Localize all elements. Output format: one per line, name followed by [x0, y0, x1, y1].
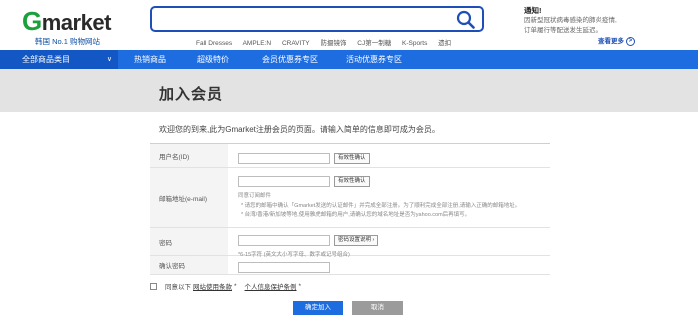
main-nav: 全部商品类目 ∨ 热销商品 超级特价 会员优惠券专区 活动优惠券专区 — [0, 50, 698, 69]
logo-word-text: market — [41, 10, 112, 35]
userid-check-button[interactable]: 有效性确认 — [334, 153, 370, 165]
signup-form: 用户名(ID) 有效性确认 邮箱地址(e-mail) 有效性确认 同意订阅邮件 … — [150, 143, 550, 280]
confirm-password-field-wrap — [228, 256, 550, 280]
notice-panel: 通知! 因新型冠状病毒感染的肺炎疫情, 订单履行等配送发生延迟。 查看更多 > — [524, 5, 674, 46]
nav-item-member-coupons[interactable]: 会员优惠券专区 — [262, 50, 318, 69]
notice-title: 通知! — [524, 6, 542, 15]
notice-more-label: 查看更多 — [598, 38, 624, 45]
email-subscribe-text: 同意订阅邮件 — [238, 193, 272, 199]
logo-wordmark: Gmarket — [22, 6, 112, 36]
notice-more-link[interactable]: 查看更多 > — [598, 35, 635, 46]
keyword-link[interactable]: CJ第一制糖 — [357, 40, 391, 47]
logo-g-letter: G — [22, 6, 42, 36]
search-bar — [150, 6, 484, 32]
title-band: 加入会员 — [0, 69, 698, 112]
keyword-link[interactable]: 遗扣 — [438, 40, 451, 47]
nav-item-super-deals[interactable]: 超级特价 — [197, 50, 229, 69]
confirm-password-input-box — [238, 262, 330, 280]
search-icon[interactable] — [456, 10, 476, 29]
terms-link[interactable]: 网站使用条款 — [193, 281, 232, 291]
email-field-wrap: 有效性确认 同意订阅邮件 * 请您的邮箱中确认「Gmarket发送的认证邮件」并… — [228, 168, 550, 223]
email-input-box — [238, 176, 330, 194]
agree-prefix: 同意以下 — [165, 284, 191, 291]
keyword-link[interactable]: K-Sports — [402, 40, 427, 47]
password-input-box — [238, 235, 330, 253]
row-password: 密码 密码设置说明 › *6-15字符 (英文大小写字母、数字或记号组合) — [150, 228, 550, 258]
join-button[interactable]: 确定加入 — [293, 301, 343, 315]
row-userid: 用户名(ID) 有效性确认 — [150, 144, 550, 171]
terms-required-mark: * — [234, 282, 237, 290]
keyword-link[interactable]: Fall Dresses — [196, 40, 232, 47]
page-title: 加入会员 — [159, 86, 224, 103]
agreement-row: 同意以下 网站使用条款 * 个人信息保护条例 * — [150, 281, 301, 291]
userid-field-wrap: 有效性确认 — [228, 144, 550, 171]
userid-label: 用户名(ID) — [150, 144, 228, 167]
password-label: 密码 — [150, 228, 228, 255]
nav-item-event-coupons[interactable]: 活动优惠券专区 — [346, 50, 402, 69]
confirm-password-label: 确认密码 — [150, 256, 228, 274]
all-categories-label: 全部商品类目 — [22, 55, 70, 64]
row-email: 邮箱地址(e-mail) 有效性确认 同意订阅邮件 * 请您的邮箱中确认「Gma… — [150, 168, 550, 228]
search-input[interactable] — [158, 11, 448, 27]
cancel-button[interactable]: 取消 — [352, 301, 403, 315]
chevron-right-icon: > — [626, 36, 635, 46]
confirm-password-input[interactable] — [239, 270, 329, 280]
keyword-link[interactable]: AMPLE:N — [243, 40, 272, 47]
notice-text-line2: 订单履行等配送发生延迟。 — [524, 26, 602, 34]
email-hint-yahoo: * 台湾/香港/新加坡等地,使用雅虎邮箱的用户,请确认您的域名地址是否为yaho… — [241, 212, 471, 218]
privacy-link[interactable]: 个人信息保护条例 — [245, 281, 297, 291]
agree-checkbox[interactable] — [150, 282, 157, 290]
userid-input-box — [238, 153, 330, 171]
nav-item-hot[interactable]: 热销商品 — [134, 50, 166, 69]
popular-keywords: Fall Dresses AMPLE:N CRAVITY 防摄镜饰 CJ第一制糖… — [196, 37, 460, 47]
row-confirm-password: 确认密码 — [150, 256, 550, 280]
all-categories-menu[interactable]: 全部商品类目 ∨ — [0, 50, 118, 69]
header: Gmarket 韩国 No.1 购物网站 Fall Dresses AMPLE:… — [0, 0, 698, 50]
gmarket-logo[interactable]: Gmarket 韩国 No.1 购物网站 — [22, 6, 118, 46]
notice-text-line1: 因新型冠状病毒感染的肺炎疫情, — [524, 17, 617, 24]
keyword-link[interactable]: CRAVITY — [282, 40, 310, 47]
logo-tagline: 韩国 No.1 购物网站 — [35, 37, 101, 46]
password-help-button[interactable]: 密码设置说明 › — [334, 235, 379, 247]
privacy-required-mark: * — [298, 282, 302, 290]
email-check-button[interactable]: 有效性确认 — [334, 176, 370, 188]
keyword-link[interactable]: 防摄镜饰 — [320, 40, 346, 47]
email-hint-verify: * 请您的邮箱中确认「Gmarket发送的认证邮件」并完成全部注册。为了顺利完成… — [241, 202, 521, 209]
chevron-down-icon: ∨ — [106, 56, 112, 63]
email-label: 邮箱地址(e-mail) — [150, 168, 228, 227]
intro-text: 欢迎您的到来,此为Gmarket注册会员的页面。请输入简单的信息即可成为会员。 — [159, 125, 440, 134]
